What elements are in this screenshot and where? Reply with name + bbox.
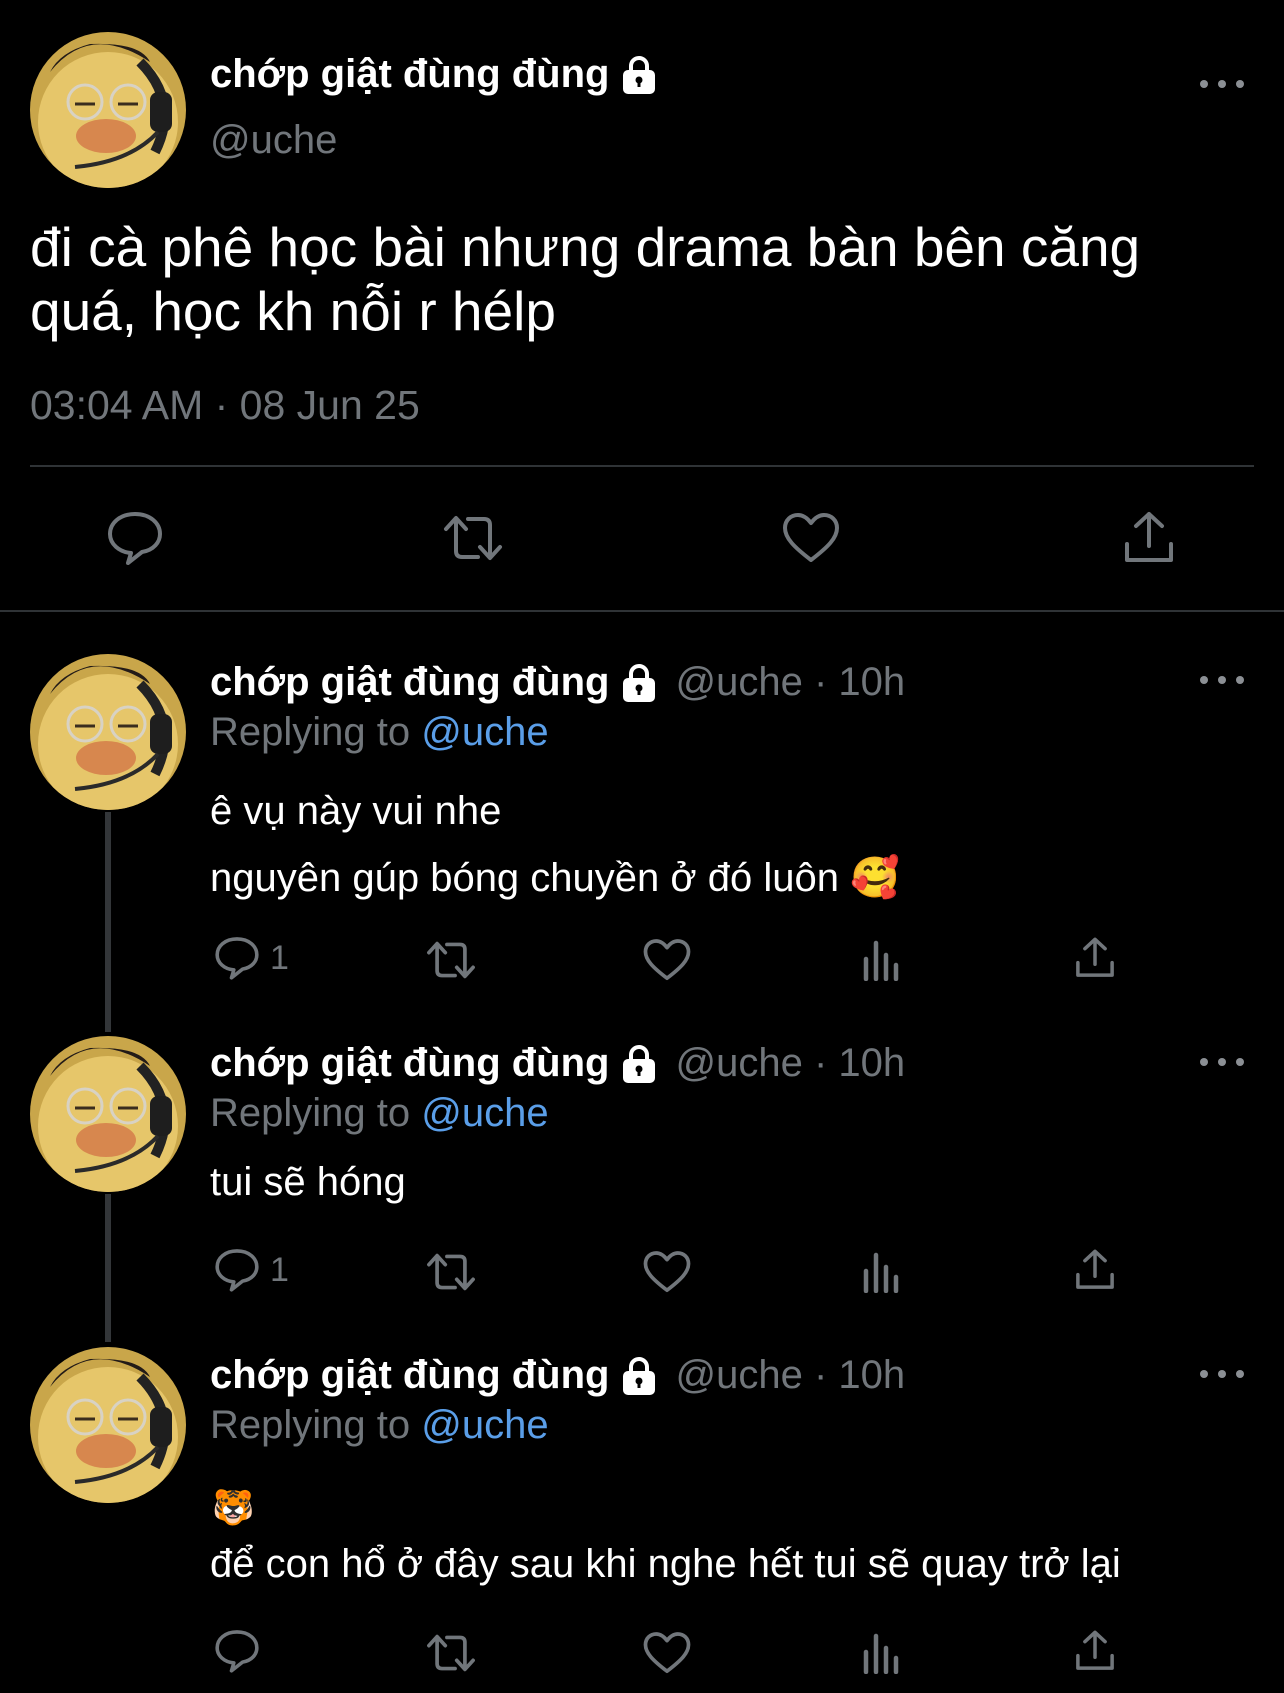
more-options-icon[interactable]: [1200, 74, 1244, 94]
replying-to-link[interactable]: @uche: [421, 710, 548, 754]
share-button[interactable]: [1074, 936, 1116, 980]
retweet-button[interactable]: [424, 1251, 478, 1293]
heart-icon: [782, 512, 840, 564]
views-chart-icon: [862, 1632, 902, 1674]
tiger-emoji: 🐯: [212, 1489, 255, 1527]
handle-time: @uche · 10h: [675, 1353, 906, 1397]
thread-line: [105, 1194, 111, 1342]
retweet-icon: [424, 1632, 478, 1674]
heart-icon: [643, 1250, 691, 1294]
retweet-icon: [424, 1251, 478, 1293]
tweet-text: đi cà phê học bài nhưng drama bàn bên că…: [30, 216, 1141, 342]
comment-button[interactable]: [214, 1628, 270, 1674]
share-icon: [1074, 1629, 1116, 1673]
lock-icon: [617, 661, 661, 705]
replying-to: Replying to @uche: [210, 710, 549, 754]
duck-avatar-image: [30, 1347, 186, 1503]
lock-icon: [617, 53, 661, 97]
reply-header: chớp giật đùng đùng @uche · 10h: [210, 1041, 905, 1086]
reply-header: chớp giật đùng đùng @uche · 10h: [210, 1353, 905, 1398]
like-button[interactable]: [782, 512, 840, 564]
comment-icon: [214, 935, 260, 981]
like-button[interactable]: [643, 1250, 691, 1294]
replying-to-link[interactable]: @uche: [421, 1403, 548, 1447]
reply-text: ê vụ này vui nhe nguyên gúp bóng chuyền …: [210, 789, 900, 900]
share-button[interactable]: [1122, 510, 1176, 566]
section-divider: [0, 610, 1284, 612]
retweet-icon: [424, 939, 478, 981]
comment-button[interactable]: 1: [214, 1247, 289, 1293]
share-button[interactable]: [1074, 1629, 1116, 1673]
author-name[interactable]: chớp giật đùng đùng: [210, 52, 661, 97]
comment-button[interactable]: 1: [214, 935, 289, 981]
views-button[interactable]: [862, 1251, 902, 1293]
share-icon: [1074, 936, 1116, 980]
handle-time: @uche · 10h: [675, 1041, 906, 1085]
duck-avatar-image: [30, 654, 186, 810]
heart-icon: [643, 1631, 691, 1675]
reply-text: tui sẽ hóng: [210, 1160, 406, 1204]
lock-icon: [617, 1354, 661, 1398]
heart-icon: [643, 938, 691, 982]
retweet-button[interactable]: [424, 1632, 478, 1674]
views-chart-icon: [862, 1251, 902, 1293]
more-options-icon[interactable]: [1200, 670, 1244, 690]
share-icon: [1122, 510, 1176, 566]
reply-count: 1: [270, 938, 289, 977]
retweet-button[interactable]: [440, 513, 506, 563]
replying-to-link[interactable]: @uche: [421, 1091, 548, 1135]
smiling-face-hearts-emoji: 🥰: [850, 856, 900, 900]
views-button[interactable]: [862, 939, 902, 981]
avatar[interactable]: [30, 32, 186, 188]
avatar[interactable]: [30, 1347, 186, 1503]
like-button[interactable]: [643, 1631, 691, 1675]
tweet-timestamp[interactable]: 03:04 AM · 08 Jun 25: [30, 382, 420, 429]
replying-to: Replying to @uche: [210, 1403, 549, 1447]
more-options-icon[interactable]: [1200, 1364, 1244, 1384]
views-chart-icon: [862, 939, 902, 981]
handle-time: @uche · 10h: [675, 660, 906, 704]
author-name[interactable]: chớp giật đùng đùng: [210, 660, 661, 705]
thread-line: [105, 812, 111, 1032]
share-button[interactable]: [1074, 1248, 1116, 1292]
more-options-icon[interactable]: [1200, 1052, 1244, 1072]
divider: [30, 465, 1254, 467]
comment-icon: [214, 1628, 260, 1674]
retweet-button[interactable]: [424, 939, 478, 981]
lock-icon: [617, 1042, 661, 1086]
avatar[interactable]: [30, 1036, 186, 1192]
replying-to: Replying to @uche: [210, 1091, 549, 1135]
author-name[interactable]: chớp giật đùng đùng: [210, 1041, 661, 1086]
share-icon: [1074, 1248, 1116, 1292]
views-button[interactable]: [862, 1632, 902, 1674]
comment-icon: [106, 510, 164, 566]
avatar[interactable]: [30, 654, 186, 810]
reply-count: 1: [270, 1250, 289, 1289]
like-button[interactable]: [643, 938, 691, 982]
reply-text: để con hổ ở đây sau khi nghe hết tui sẽ …: [210, 1542, 1121, 1586]
comment-button[interactable]: [106, 510, 164, 566]
retweet-icon: [440, 513, 506, 563]
reply-header: chớp giật đùng đùng @uche · 10h: [210, 660, 905, 705]
author-name[interactable]: chớp giật đùng đùng: [210, 1353, 661, 1398]
duck-avatar-image: [30, 1036, 186, 1192]
comment-icon: [214, 1247, 260, 1293]
duck-avatar-image: [30, 32, 186, 188]
author-handle[interactable]: @uche: [210, 118, 337, 163]
